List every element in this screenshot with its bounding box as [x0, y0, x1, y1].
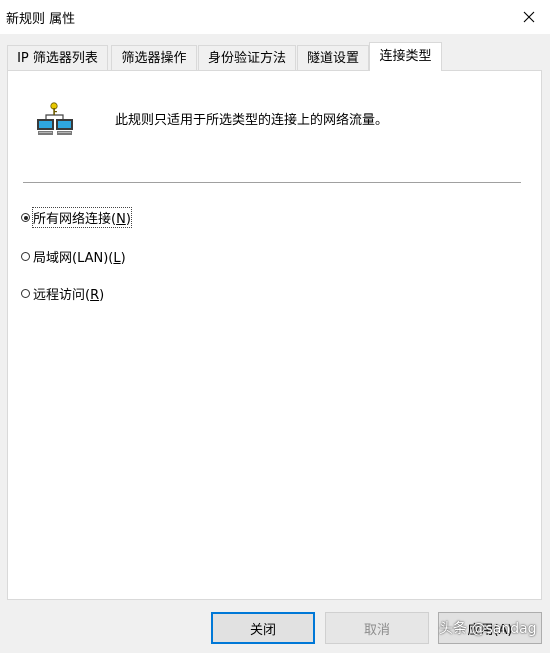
title-bar: 新规则 属性 [0, 0, 550, 34]
close-window-button[interactable] [514, 2, 544, 32]
tab-tunnel-settings[interactable]: 隧道设置 [297, 45, 369, 70]
radio-indicator[interactable] [21, 289, 30, 298]
tab-strip: IP 筛选器列表 筛选器操作 身份验证方法 隧道设置 连接类型 [7, 42, 543, 71]
connection-type-panel: 此规则只适用于所选类型的连接上的网络流量。 所有网络连接(N) 局域网(LAN)… [7, 70, 542, 600]
radio-selected-indicator[interactable] [21, 213, 30, 222]
close-button[interactable]: 关闭 [211, 612, 315, 644]
tab-ip-filter-list[interactable]: IP 筛选器列表 [7, 45, 108, 70]
window-title: 新规则 属性 [6, 12, 76, 27]
radio-lan[interactable]: 局域网(LAN)(L) [21, 247, 126, 266]
tab-connection-type[interactable]: 连接类型 [369, 42, 442, 71]
tab-filter-action[interactable]: 筛选器操作 [111, 45, 197, 70]
cancel-button[interactable]: 取消 [325, 612, 429, 644]
radio-label-all-connections[interactable]: 所有网络连接(N) [32, 207, 132, 228]
radio-all-connections[interactable]: 所有网络连接(N) [21, 207, 132, 228]
radio-label-remote-access[interactable]: 远程访问(R) [33, 284, 104, 303]
radio-remote-access[interactable]: 远程访问(R) [21, 284, 104, 303]
radio-label-lan[interactable]: 局域网(LAN)(L) [33, 247, 126, 266]
watermark: 头条 @sandag [439, 621, 537, 637]
radio-indicator[interactable] [21, 252, 30, 261]
network-computers-icon [37, 102, 73, 135]
rule-description: 此规则只适用于所选类型的连接上的网络流量。 [115, 113, 389, 128]
tab-auth-methods[interactable]: 身份验证方法 [198, 45, 296, 70]
close-icon [523, 11, 535, 23]
separator [23, 182, 521, 183]
